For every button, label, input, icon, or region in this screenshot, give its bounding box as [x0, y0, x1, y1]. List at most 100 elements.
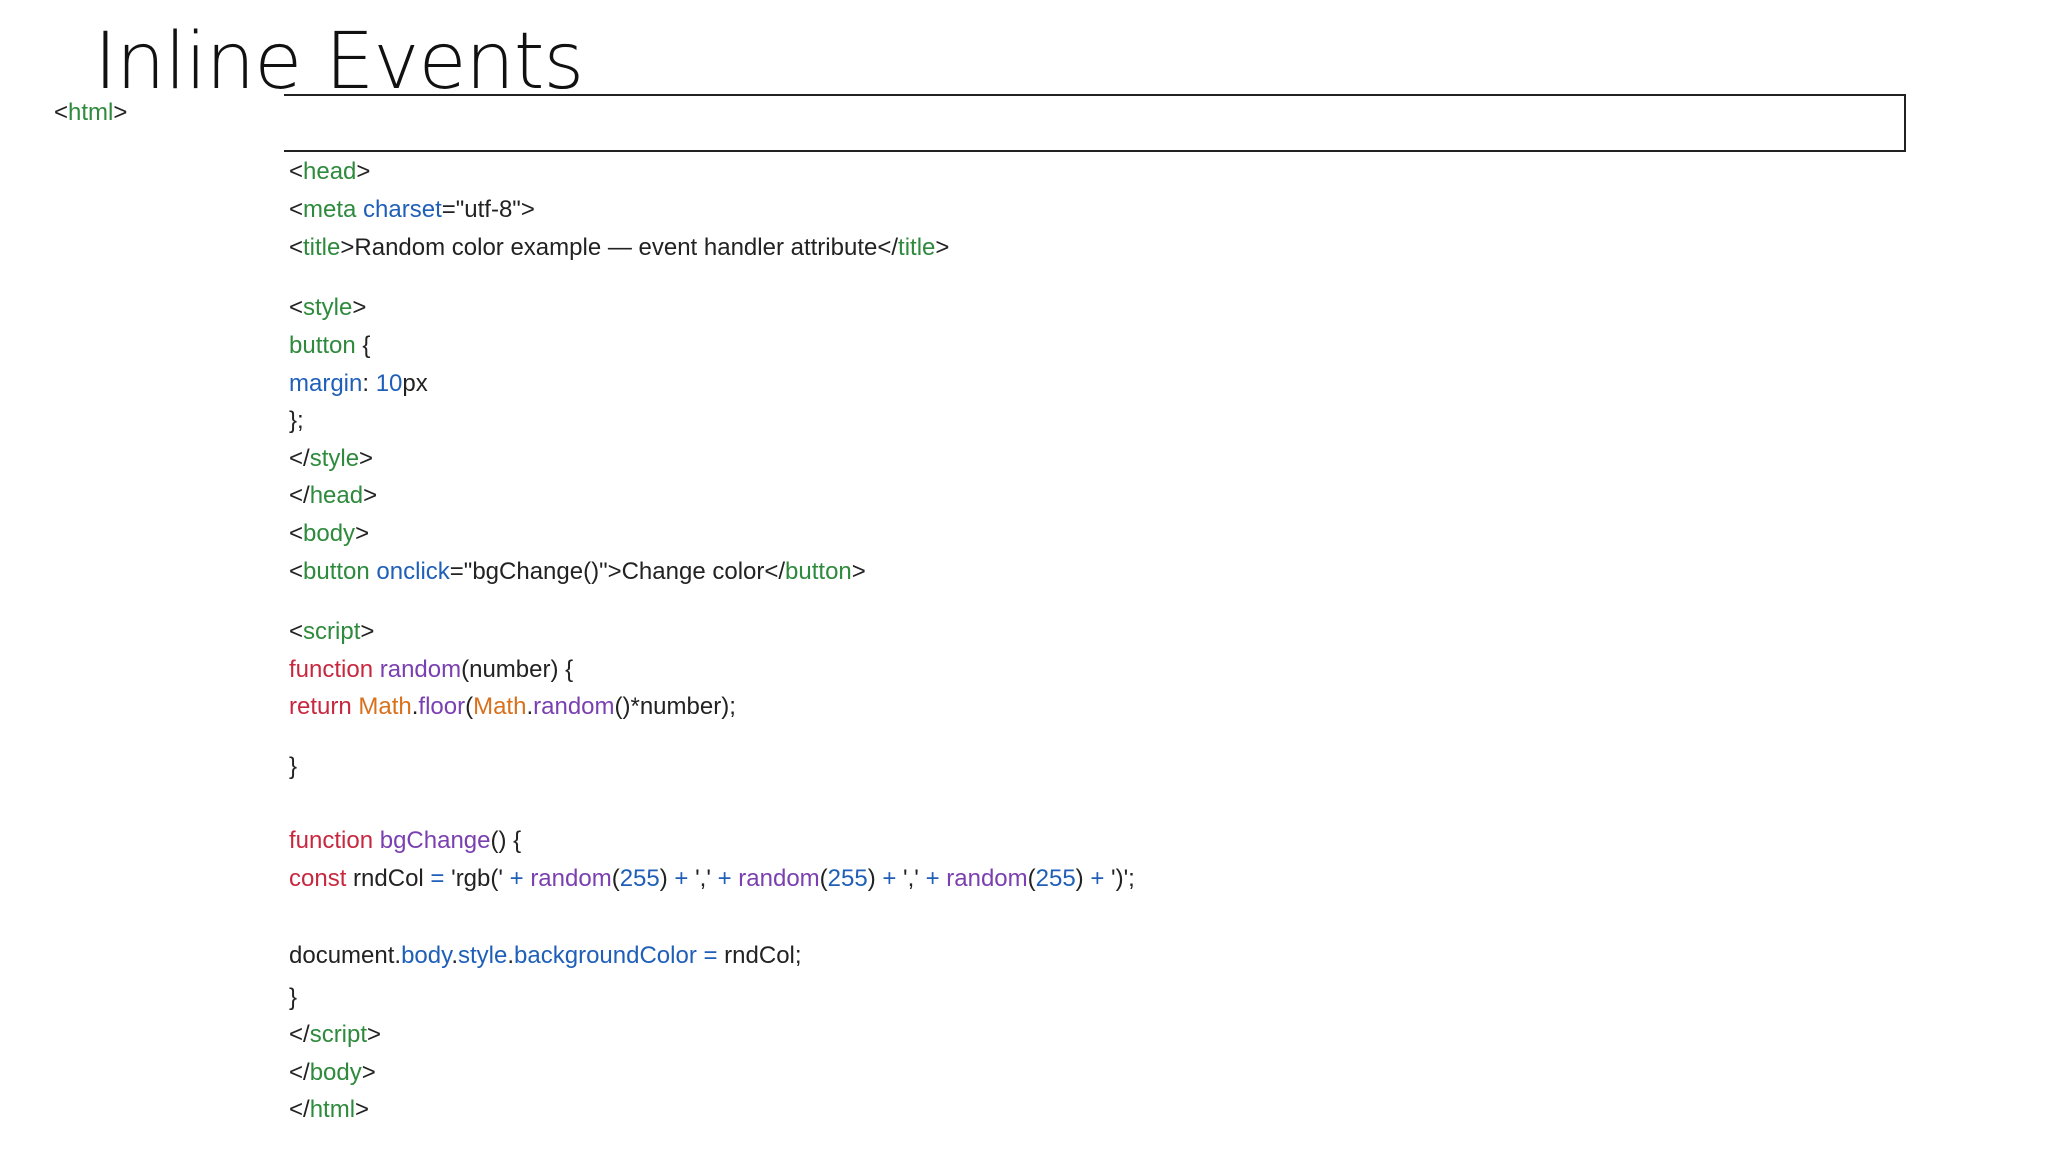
code-token: ( — [465, 693, 474, 720]
code-token: < — [289, 558, 304, 585]
code-token: < — [289, 158, 304, 185]
code-token: html — [309, 1096, 356, 1123]
code-token: function — [289, 656, 374, 683]
code-token: } — [289, 753, 298, 780]
code-token: ()*number); — [614, 693, 736, 720]
code-token: = — [703, 942, 718, 969]
code-line: </script> — [289, 1020, 381, 1050]
code-token: = — [430, 865, 445, 892]
code-token: ) — [659, 865, 675, 892]
code-line: function random(number) { — [289, 655, 573, 685]
code-token: charset — [363, 196, 442, 223]
code-token: button — [303, 558, 370, 585]
code-line: }; — [289, 406, 304, 436]
code-token: const — [289, 865, 347, 892]
code-token: + — [1090, 865, 1105, 892]
code-token: + — [882, 865, 897, 892]
code-token: head — [303, 158, 357, 185]
code-token: Math — [358, 693, 412, 720]
code-token: </ — [289, 482, 310, 509]
code-token: + — [925, 865, 940, 892]
code-token: return — [289, 693, 352, 720]
code-token: </ — [289, 1096, 310, 1123]
code-token: ="utf-8"> — [441, 196, 535, 223]
code-token: () { — [490, 827, 522, 854]
code-token: > — [363, 482, 378, 509]
code-token: { — [355, 332, 371, 359]
code-token: ',' — [688, 865, 718, 892]
code-line: margin: 10px — [289, 369, 428, 399]
code-token: random — [533, 693, 615, 720]
code-token: onclick — [376, 558, 450, 585]
code-line: function bgChange() { — [289, 826, 521, 856]
code-token: ="bgChange()">Change color</ — [449, 558, 786, 585]
code-token: body — [303, 520, 356, 547]
code-token: 'rgb(' — [444, 865, 510, 892]
code-token: rndCol; — [717, 942, 802, 969]
code-token: body — [401, 942, 452, 969]
code-token: (number) { — [461, 656, 574, 683]
code-token: </ — [289, 1059, 310, 1086]
code-token: > — [361, 1059, 376, 1086]
token: < — [54, 99, 69, 126]
code-token: 255 — [1035, 865, 1076, 892]
code-token: head — [309, 482, 364, 509]
code-line: <button onclick="bgChange()">Change colo… — [289, 557, 866, 587]
code-token: title — [898, 234, 936, 261]
code-token: > — [352, 294, 367, 321]
code-line: </html> — [289, 1095, 369, 1125]
code-line: const rndCol = 'rgb(' + random(255) + ',… — [289, 864, 1135, 894]
code-token: script — [303, 618, 361, 645]
code-token: backgroundColor — [514, 942, 697, 969]
token: > — [113, 99, 128, 126]
code-token: button — [785, 558, 852, 585]
code-token: body — [309, 1059, 362, 1086]
code-token: margin — [289, 370, 363, 397]
code-line: } — [289, 752, 297, 782]
code-token: ',' — [896, 865, 926, 892]
code-token: } — [289, 984, 298, 1011]
code-token: random — [530, 865, 612, 892]
code-line: <style> — [289, 293, 366, 323]
code-token: < — [289, 294, 304, 321]
empty-text-box — [284, 94, 1906, 152]
code-token: button — [289, 332, 356, 359]
code-token: style — [303, 294, 353, 321]
code-token: < — [289, 234, 304, 261]
code-token: meta — [303, 196, 357, 223]
code-token: + — [674, 865, 689, 892]
code-token: style — [309, 445, 360, 472]
code-token: + — [717, 865, 732, 892]
code-token: ')'; — [1104, 865, 1135, 892]
code-token: floor — [418, 693, 466, 720]
code-token: . — [451, 942, 459, 969]
code-token: random — [738, 865, 820, 892]
code-token: Math — [473, 693, 527, 720]
code-line: </style> — [289, 444, 373, 474]
code-token: ( — [819, 865, 828, 892]
code-token: > — [367, 1021, 382, 1048]
code-token: 255 — [619, 865, 660, 892]
code-token: document. — [289, 942, 402, 969]
code-token: < — [289, 196, 304, 223]
code-token: > — [355, 1096, 370, 1123]
code-line: <body> — [289, 519, 369, 549]
code-token: px — [402, 370, 428, 397]
code-token: ( — [1027, 865, 1036, 892]
code-token: 10 — [375, 370, 403, 397]
code-token: ) — [867, 865, 883, 892]
code-token: > — [355, 520, 370, 547]
code-token: style — [458, 942, 508, 969]
code-token: script — [309, 1021, 368, 1048]
code-token: >Random color example — event handler at… — [340, 234, 899, 261]
code-token: > — [935, 234, 950, 261]
code-line: <meta charset="utf-8"> — [289, 195, 535, 225]
code-token: ) — [1075, 865, 1091, 892]
code-token: random — [379, 656, 462, 683]
code-token: function — [289, 827, 374, 854]
code-line: document.body.style.backgroundColor = rn… — [289, 941, 802, 971]
code-line: button { — [289, 331, 370, 361]
